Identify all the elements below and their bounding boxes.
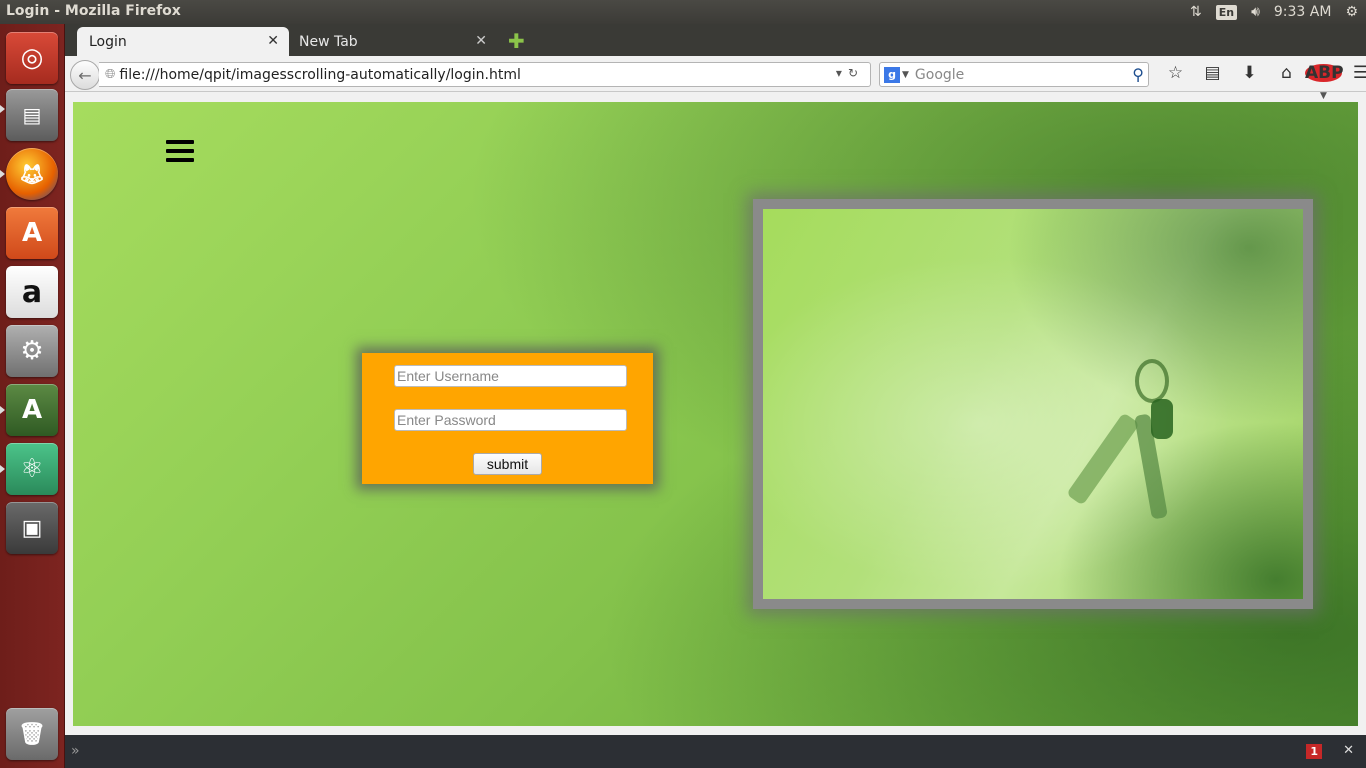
- unity-launcher: ◎ ▤ 🦊︎ A a ⚙ A ⚛ ▣ 🗑︎: [0, 24, 65, 768]
- tab-label: Login: [89, 33, 127, 50]
- google-engine-icon[interactable]: g: [884, 66, 900, 83]
- system-tray: ⇅ En 🔊︎ 9:33 AM ⚙: [1190, 0, 1358, 24]
- reading-list-icon[interactable]: ▤: [1194, 63, 1231, 103]
- settings-gear-icon[interactable]: ⚙: [1345, 4, 1358, 20]
- close-tab-icon[interactable]: ✕: [267, 33, 279, 49]
- search-placeholder: Google: [914, 66, 965, 83]
- volume-icon[interactable]: 🔊︎: [1251, 4, 1260, 20]
- chevron-down-icon[interactable]: ▼: [902, 70, 909, 80]
- username-input[interactable]: [394, 365, 627, 387]
- adblock-icon[interactable]: ABP ▼: [1305, 63, 1344, 103]
- running-indicator: [0, 105, 5, 113]
- globe-icon: 🌐︎: [105, 67, 116, 82]
- address-bar[interactable]: 🌐︎ file:///home/qpit/imagesscrolling-aut…: [99, 62, 871, 87]
- notification-badge[interactable]: 1: [1306, 744, 1322, 759]
- addon-bar: » 1 ✕: [65, 735, 1366, 768]
- running-indicator: [0, 170, 5, 178]
- tab-login[interactable]: Login ✕: [77, 27, 289, 56]
- password-input[interactable]: [394, 409, 627, 431]
- download-icon[interactable]: ⬇: [1231, 63, 1268, 103]
- chevron-right-icon[interactable]: »: [71, 743, 80, 759]
- new-tab-plus-icon[interactable]: ✚: [508, 29, 525, 53]
- adblock-label: ABP: [1305, 63, 1344, 83]
- home-icon[interactable]: ⌂: [1268, 63, 1305, 103]
- shopping-bag-icon[interactable]: A: [6, 207, 58, 259]
- hamburger-icon[interactable]: [166, 140, 194, 164]
- reload-icon[interactable]: ▾↻: [836, 66, 864, 80]
- ubuntu-logo-icon[interactable]: ◎: [6, 32, 58, 84]
- wrench-gear-icon[interactable]: ⚙: [6, 325, 58, 377]
- submit-button[interactable]: submit: [473, 453, 542, 475]
- keyboard-layout-indicator[interactable]: En: [1215, 4, 1238, 20]
- window-title: Login - Mozilla Firefox: [6, 3, 181, 19]
- firefox-window: Login ✕ New Tab ✕ ✚ ← 🌐︎ file:///home/qp…: [65, 24, 1366, 735]
- trash-icon[interactable]: 🗑︎: [6, 708, 58, 760]
- keys-illustration: [1066, 359, 1183, 520]
- menu-icon[interactable]: ☰: [1342, 63, 1366, 103]
- tab-label: New Tab: [299, 33, 358, 50]
- navigation-toolbar: ← 🌐︎ file:///home/qpit/imagesscrolling-a…: [65, 56, 1366, 101]
- tab-bar: Login ✕ New Tab ✕ ✚: [65, 24, 1366, 56]
- bookmark-star-icon[interactable]: ☆: [1157, 63, 1194, 103]
- tab-new-tab[interactable]: New Tab ✕: [287, 27, 497, 56]
- close-icon[interactable]: ✕: [1343, 743, 1354, 758]
- keys-photo: [753, 199, 1313, 609]
- login-form: submit: [362, 353, 653, 484]
- url-text: file:///home/qpit/imagesscrolling-automa…: [119, 66, 521, 83]
- search-bar[interactable]: g ▼ Google ⚲: [879, 62, 1149, 87]
- toolbar-buttons: ☆ ▤ ⬇ ⌂ ABP ▼ ☰: [1157, 63, 1366, 103]
- top-panel: Login - Mozilla Firefox ⇅ En 🔊︎ 9:33 AM …: [0, 0, 1366, 24]
- close-tab-icon[interactable]: ✕: [475, 33, 487, 49]
- amazon-icon[interactable]: a: [6, 266, 58, 318]
- firefox-icon[interactable]: 🦊︎: [6, 148, 58, 200]
- page-content: submit: [73, 102, 1358, 726]
- file-cabinet-icon[interactable]: ▤: [6, 89, 58, 141]
- back-arrow-icon[interactable]: ←: [70, 60, 100, 90]
- running-indicator: [0, 465, 5, 473]
- search-icon[interactable]: ⚲: [1132, 65, 1144, 84]
- clock[interactable]: 9:33 AM: [1274, 4, 1332, 20]
- updater-icon[interactable]: A: [6, 384, 58, 436]
- floppy-disk-icon[interactable]: ▣: [6, 502, 58, 554]
- network-icon[interactable]: ⇅: [1190, 4, 1202, 20]
- running-indicator: [0, 406, 5, 414]
- atom-icon[interactable]: ⚛: [6, 443, 58, 495]
